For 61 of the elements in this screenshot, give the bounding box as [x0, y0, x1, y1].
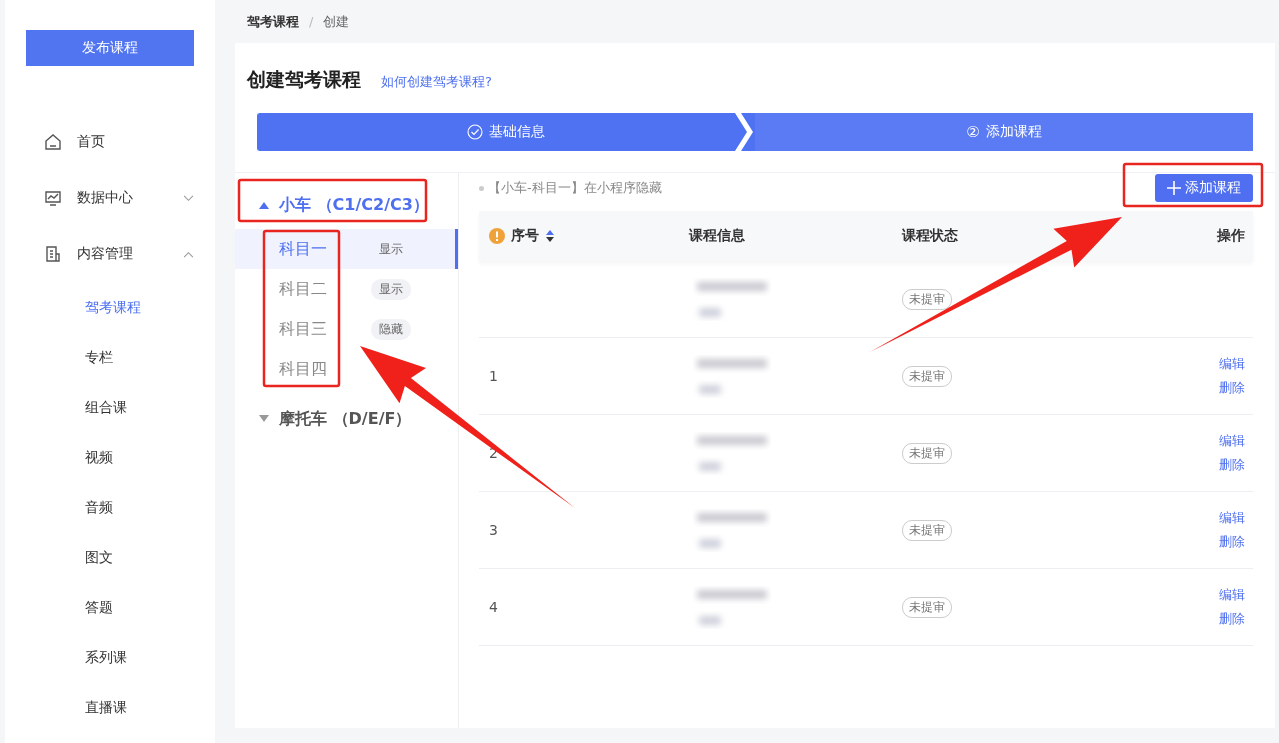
- step-label: 添加课程: [985, 123, 1042, 141]
- triangle-icon: [259, 415, 269, 423]
- action-link[interactable]: 编辑: [1219, 432, 1245, 450]
- check-circle-icon: [467, 124, 483, 140]
- page-title: 创建驾考课程: [247, 67, 361, 92]
- step-label: 基础信息: [489, 123, 545, 141]
- nav-item[interactable]: 首页: [5, 114, 215, 170]
- nav-subitem[interactable]: 系列课: [5, 632, 215, 682]
- nav-item[interactable]: 内容管理: [5, 226, 215, 282]
- triangle-icon: [259, 201, 269, 209]
- status-tag: 未提审: [902, 596, 952, 618]
- action-link[interactable]: 编辑: [1219, 586, 1245, 604]
- breadcrumb-item: 创建: [323, 12, 350, 31]
- nav-subitem[interactable]: 音频: [5, 482, 215, 532]
- column-header: 课程状态: [902, 227, 958, 245]
- category-item[interactable]: 小车 （C1/C2/C3）: [235, 185, 458, 225]
- nav-subitem[interactable]: 直播课: [5, 682, 215, 732]
- subject-item[interactable]: 科目一 显示: [235, 229, 458, 269]
- action-link[interactable]: 删除: [1219, 610, 1245, 628]
- notice-text: 【小车-科目一】在小程序隐藏: [488, 179, 663, 197]
- step-chevron: [735, 113, 755, 151]
- action-link[interactable]: 删除: [1219, 379, 1245, 397]
- table-cell: 4: [489, 599, 498, 615]
- visibility-tag: 隐藏: [371, 318, 411, 340]
- subject-item[interactable]: 科目三 隐藏: [235, 309, 458, 349]
- subject-item[interactable]: 科目二 显示: [235, 269, 458, 309]
- column-header: 序号: [511, 227, 539, 245]
- action-link[interactable]: 编辑: [1219, 509, 1245, 527]
- visibility-tag: 显示: [371, 238, 411, 260]
- action-link[interactable]: 删除: [1219, 456, 1245, 474]
- help-link[interactable]: 如何创建驾考课程?: [381, 73, 492, 91]
- home-icon: [44, 133, 62, 151]
- nav-item[interactable]: 数据中心: [5, 170, 215, 226]
- action-link[interactable]: 编辑: [1219, 355, 1245, 373]
- column-header: 操作: [1217, 227, 1245, 245]
- subject-item[interactable]: 科目四: [235, 349, 458, 389]
- nav-subitem[interactable]: 图文: [5, 532, 215, 582]
- publish-button[interactable]: 发布课程: [26, 30, 194, 66]
- visibility-tag: 显示: [371, 278, 411, 300]
- monitor-chart-icon: [44, 189, 62, 207]
- nav-subitem[interactable]: 视频: [5, 432, 215, 482]
- status-tag: 未提审: [902, 365, 952, 387]
- step-number: ②: [966, 123, 980, 141]
- breadcrumb-separator: /: [309, 14, 314, 29]
- table-cell: 3: [489, 522, 498, 538]
- nav-subitem[interactable]: 驾考课程: [5, 282, 215, 332]
- table-cell: 1: [489, 368, 498, 384]
- document-icon: [44, 245, 62, 263]
- status-tag: 未提审: [902, 442, 952, 464]
- nav-subitem[interactable]: 专栏: [5, 332, 215, 382]
- breadcrumb-item[interactable]: 驾考课程: [247, 12, 299, 31]
- sort-icon[interactable]: [545, 228, 555, 244]
- add-course-button[interactable]: 添加课程: [1155, 174, 1253, 202]
- nav-subitem[interactable]: 组合课: [5, 382, 215, 432]
- warning-icon: [489, 228, 505, 244]
- status-tag: 未提审: [902, 519, 952, 541]
- action-link[interactable]: 删除: [1219, 533, 1245, 551]
- plus-icon: [1167, 181, 1181, 195]
- column-header: 课程信息: [689, 227, 745, 245]
- category-item[interactable]: 摩托车 （D/E/F）: [235, 399, 458, 439]
- nav-subitem[interactable]: 答题: [5, 582, 215, 632]
